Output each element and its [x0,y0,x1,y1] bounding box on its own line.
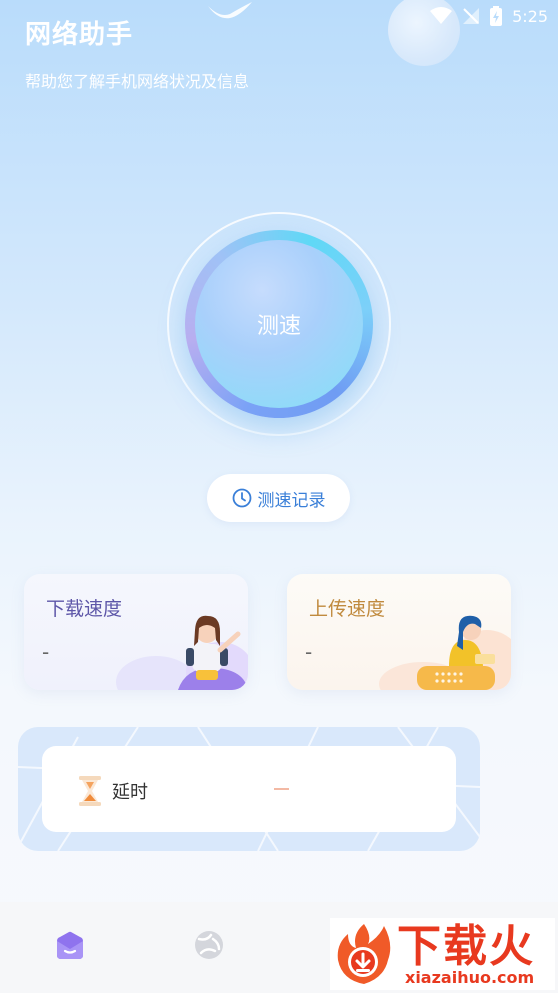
app-title: 网络助手 [25,20,134,50]
app-subtitle: 帮助您了解手机网络状况及信息 [25,72,250,91]
upload-speed-card: 上传速度 - [287,574,511,690]
status-time: 5:25 [512,6,548,26]
speed-test-button[interactable]: 测速 [195,240,363,408]
globe-icon[interactable] [193,929,225,961]
latency-card [42,746,456,832]
latency-value [274,788,289,790]
bird-icon [208,2,252,19]
upload-speed-value: - [305,640,313,664]
wifi-icon [430,7,453,24]
upload-speed-title: 上传速度 [309,598,386,620]
watermark-text: 下载火 [397,921,535,972]
no-signal-icon [463,8,480,24]
latency-label: 延时 [112,782,148,803]
download-speed-title: 下载速度 [46,598,123,620]
status-bar: 5:25 [430,6,548,26]
flame-logo-icon [337,924,391,984]
download-speed-value: - [42,640,50,664]
battery-charging-icon [490,6,503,26]
speed-test-records-label: 测速记录 [257,490,326,511]
clock-icon [232,488,251,508]
speed-test-records-button[interactable]: 测速记录 [207,474,350,522]
download-speed-card: 下载速度 - [24,574,248,690]
girl-waving-illustration [116,615,248,690]
home-icon[interactable] [55,931,85,961]
watermark-domain: xiazaihuo.com [405,968,535,987]
woman-laptop-illustration [379,615,511,690]
hourglass-icon [79,776,101,806]
